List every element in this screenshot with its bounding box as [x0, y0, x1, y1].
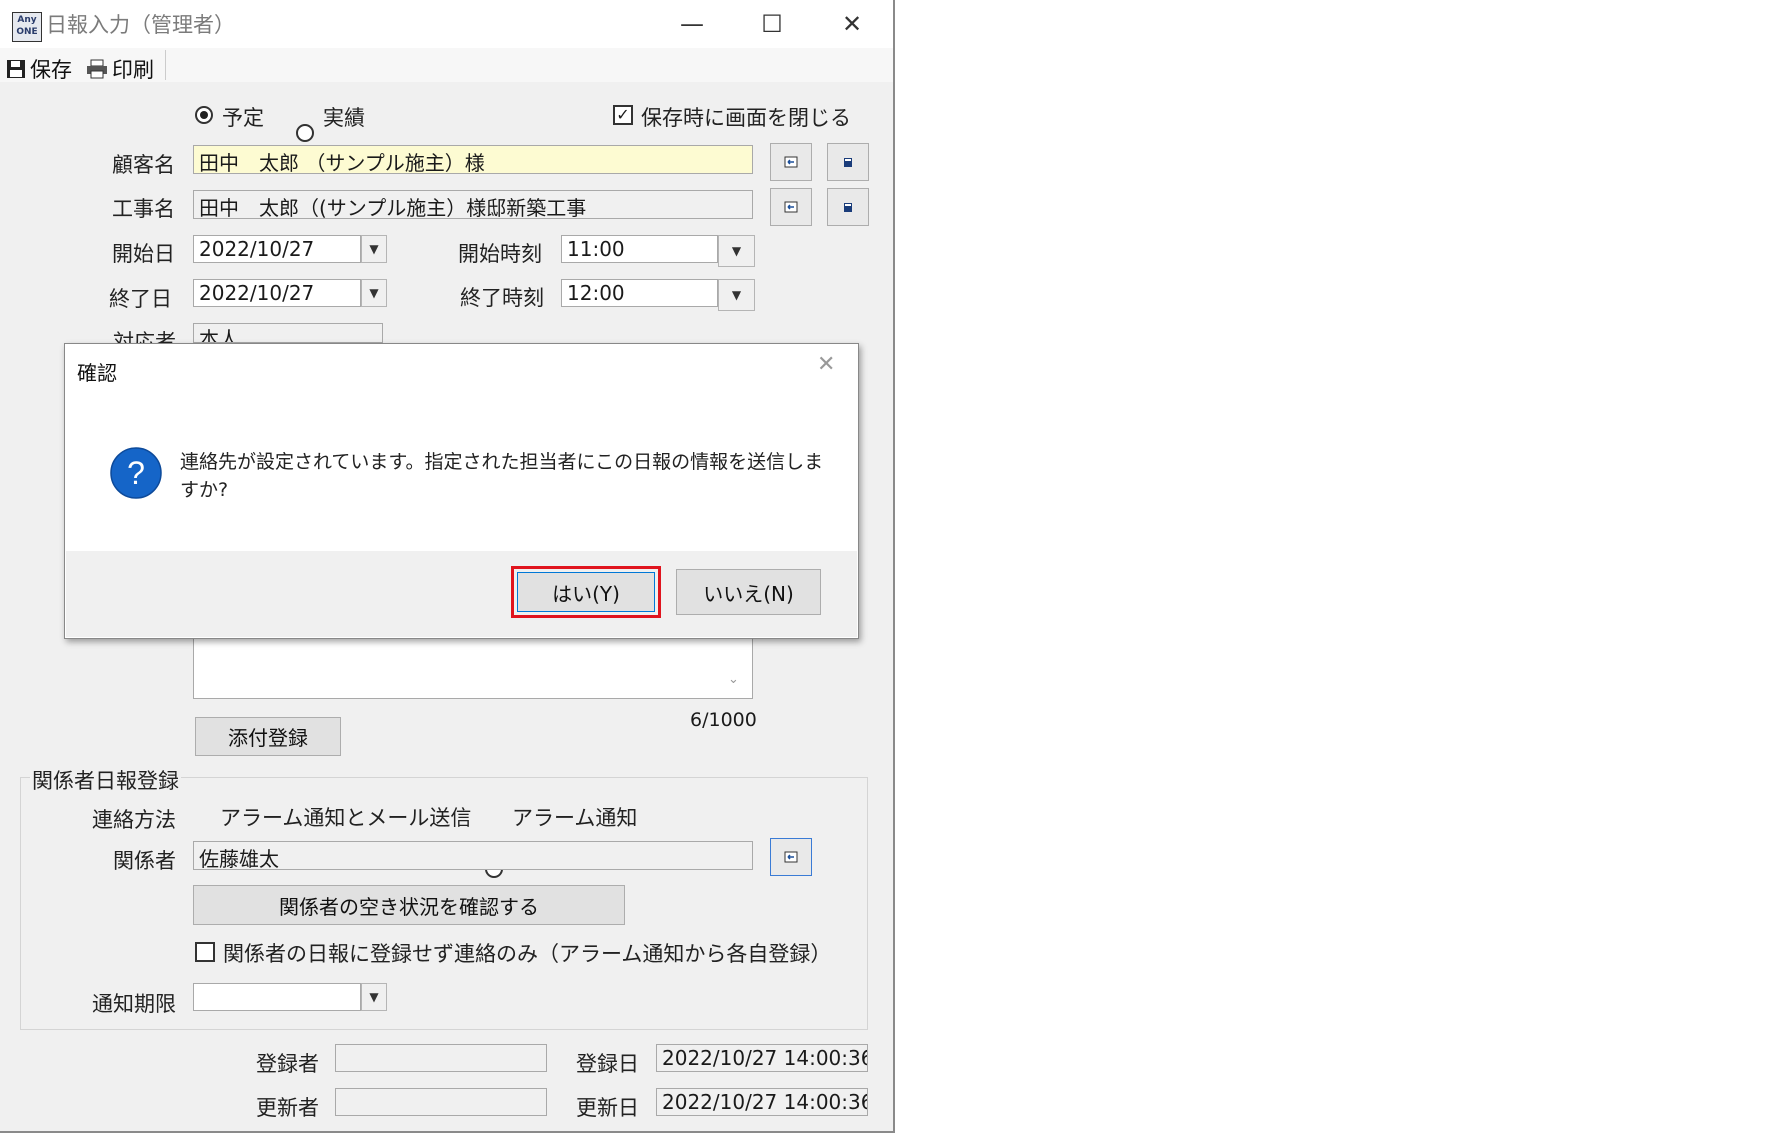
dialog-title: 確認 — [77, 361, 117, 385]
close-on-save-checkbox[interactable]: ✓ — [613, 105, 633, 125]
maximize-icon: ☐ — [761, 10, 783, 38]
end-date-dropdown[interactable]: ▼ — [361, 279, 387, 307]
close-icon: ✕ — [841, 10, 863, 38]
start-date-field[interactable]: 2022/10/27 — [193, 235, 361, 263]
start-time-label: 開始時刻 — [458, 242, 542, 266]
dropdown-arrow-icon: ▼ — [369, 990, 379, 1004]
start-date-label: 開始日 — [112, 242, 175, 266]
daily-report-window: Any ONE 日報入力（管理者） — ☐ ✕ 保存 印刷 予定 実績 ✓ 保存… — [0, 0, 895, 1133]
project-detail-button[interactable] — [827, 188, 869, 226]
print-label: 印刷 — [112, 58, 154, 82]
printer-icon — [87, 59, 107, 79]
responder-label: 対応者 — [113, 330, 176, 343]
end-time-field[interactable]: 12:00 — [561, 279, 718, 307]
end-date-field[interactable]: 2022/10/27 — [193, 279, 361, 307]
radio-plan-label: 予定 — [222, 106, 264, 130]
checkmark-icon: ✓ — [616, 105, 630, 124]
related-group-title: 関係者日報登録 — [30, 765, 181, 795]
project-label: 工事名 — [112, 197, 175, 221]
customer-label: 顧客名 — [112, 153, 175, 177]
select-from-list-icon — [784, 156, 798, 168]
minimize-icon: — — [680, 10, 704, 38]
window-title: 日報入力（管理者） — [46, 13, 235, 37]
end-date-label: 終了日 — [109, 287, 172, 311]
radio-actual[interactable] — [296, 124, 314, 142]
radio-actual-label: 実績 — [323, 106, 365, 130]
related-person-select-button[interactable] — [770, 838, 812, 876]
customer-select-button[interactable] — [770, 143, 812, 181]
question-icon: ? — [110, 447, 162, 499]
project-select-button[interactable] — [770, 188, 812, 226]
contact-only-checkbox[interactable] — [195, 942, 215, 962]
scroll-down-icon[interactable]: ⌄ — [728, 672, 739, 687]
detail-card-icon — [844, 158, 852, 167]
responder-select[interactable]: 本人 — [193, 323, 383, 343]
related-person-label: 関係者 — [113, 849, 176, 873]
maximize-button[interactable]: ☐ — [732, 0, 812, 48]
end-time-dropdown[interactable]: ▼ — [718, 279, 755, 311]
check-availability-button[interactable]: 関係者の空き状況を確認する — [193, 885, 625, 925]
start-date-dropdown[interactable]: ▼ — [361, 235, 387, 263]
close-button[interactable]: ✕ — [812, 0, 892, 48]
deadline-dropdown[interactable]: ▼ — [361, 983, 387, 1011]
radio-plan[interactable] — [195, 106, 213, 124]
select-from-list-icon — [784, 851, 798, 863]
close-on-save-label: 保存時に画面を閉じる — [641, 106, 851, 130]
toolbar-separator — [165, 50, 166, 80]
registrant-label: 登録者 — [256, 1052, 319, 1076]
related-person-field[interactable]: 佐藤雄太 — [193, 841, 753, 870]
updated-date-field: 2022/10/27 14:00:36 — [656, 1088, 868, 1116]
radio-alarm-mail-label: アラーム通知とメール送信 — [220, 806, 472, 830]
dialog-message-line2: すか? — [180, 479, 229, 501]
app-icon-text-bottom: ONE — [16, 27, 38, 37]
project-field[interactable]: 田中 太郎（(サンプル施主）様邸新築工事 — [193, 190, 753, 219]
radio-alarm-label: アラーム通知 — [512, 806, 638, 830]
dialog-close-icon[interactable]: ✕ — [817, 352, 835, 377]
registered-date-field: 2022/10/27 14:00:36 — [656, 1044, 868, 1072]
registrant-field — [335, 1044, 547, 1072]
minimize-button[interactable]: — — [652, 0, 732, 48]
memo-textarea[interactable] — [193, 639, 753, 699]
no-button[interactable]: いいえ(N) — [676, 569, 821, 615]
customer-detail-button[interactable] — [827, 143, 869, 181]
print-toolbar-button[interactable]: 印刷 — [86, 54, 154, 84]
app-icon: Any ONE — [12, 12, 42, 42]
select-from-list-icon — [784, 201, 798, 213]
updater-label: 更新者 — [256, 1096, 319, 1120]
contact-only-label: 関係者の日報に登録せず連絡のみ（アラーム通知から各自登録） — [223, 942, 832, 966]
contact-method-label: 連絡方法 — [92, 808, 176, 832]
customer-field[interactable]: 田中 太郎 （サンプル施主）様 — [193, 145, 753, 174]
save-label: 保存 — [30, 58, 72, 82]
char-count: 6/1000 — [690, 709, 757, 731]
detail-card-icon — [844, 203, 852, 212]
updater-field — [335, 1088, 547, 1116]
attach-button[interactable]: 添付登録 — [195, 717, 341, 756]
floppy-disk-icon — [7, 60, 25, 78]
start-time-dropdown[interactable]: ▼ — [718, 235, 755, 267]
dialog-message-line1: 連絡先が設定されています。指定された担当者にこの日報の情報を送信しま — [180, 451, 824, 473]
registered-date-label: 登録日 — [576, 1052, 639, 1076]
deadline-label: 通知期限 — [92, 992, 176, 1016]
responder-value: 本人 — [199, 327, 239, 343]
updated-date-label: 更新日 — [576, 1096, 639, 1120]
question-mark-glyph: ? — [127, 455, 145, 491]
dropdown-arrow-icon: ▼ — [369, 242, 379, 256]
deadline-field[interactable] — [193, 983, 361, 1011]
confirm-dialog: 確認 ✕ ? 連絡先が設定されています。指定された担当者にこの日報の情報を送信し… — [64, 343, 859, 639]
app-icon-text-top: Any — [17, 15, 37, 25]
dropdown-arrow-icon: ▼ — [369, 286, 379, 300]
yes-button[interactable]: はい(Y) — [517, 572, 655, 612]
dropdown-arrow-icon: ▼ — [731, 288, 742, 302]
start-time-field[interactable]: 11:00 — [561, 235, 718, 263]
save-toolbar-button[interactable]: 保存 — [6, 54, 72, 84]
end-time-label: 終了時刻 — [460, 286, 544, 310]
dropdown-arrow-icon: ▼ — [731, 244, 742, 258]
